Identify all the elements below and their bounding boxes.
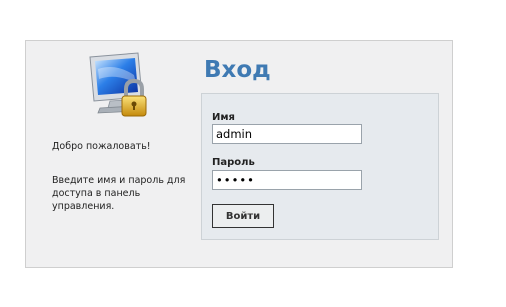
welcome-text: Добро пожаловать! [52,141,151,152]
password-input[interactable] [212,170,362,190]
login-form: Имя Пароль Войти [201,93,439,240]
instructions-text: Введите имя и пароль для доступа в панел… [52,175,186,212]
page-title: Вход [204,57,271,83]
login-panel: Добро пожаловать! Введите имя и пароль д… [25,40,453,268]
username-label: Имя [212,112,235,123]
username-input[interactable] [212,124,362,144]
password-label: Пароль [212,157,255,168]
login-button[interactable]: Войти [212,204,274,228]
computer-lock-icon [86,51,158,123]
